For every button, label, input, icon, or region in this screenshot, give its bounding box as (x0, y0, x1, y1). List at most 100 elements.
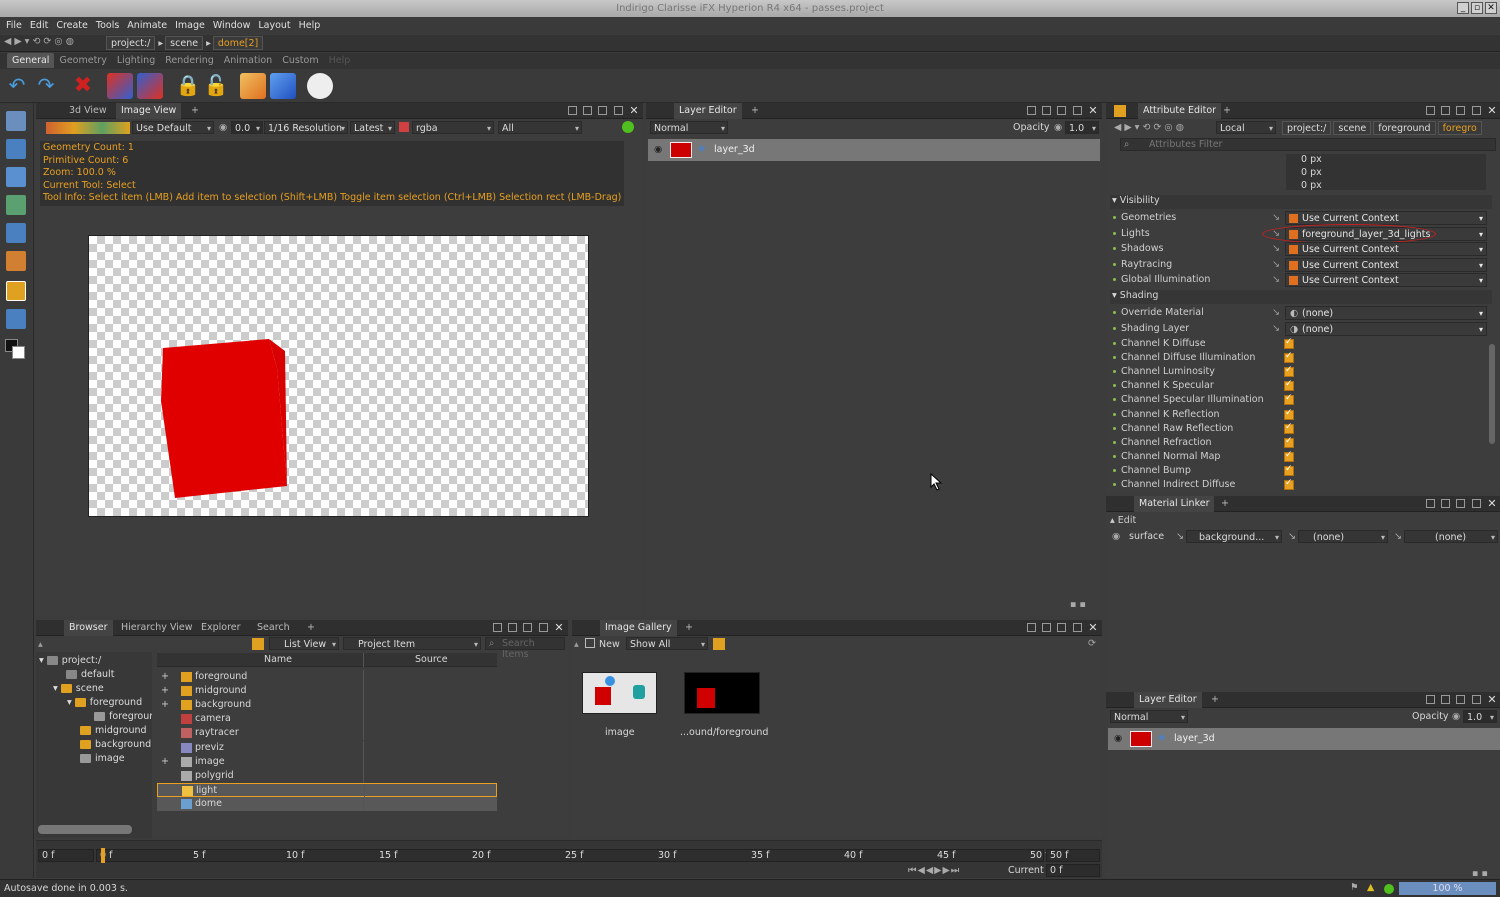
tab-help[interactable]: Help (324, 53, 356, 68)
list-item[interactable]: camera (157, 712, 497, 727)
opacity-field[interactable]: 1.0 (1463, 710, 1497, 723)
list-item[interactable]: polygrid (157, 768, 497, 783)
add-tab-icon[interactable]: + (186, 103, 204, 119)
start-frame-field[interactable]: 0 f (38, 849, 94, 862)
maximize-icon[interactable] (1472, 106, 1481, 115)
tree-item[interactable]: foregroun (94, 711, 152, 722)
path-project[interactable]: project:/ (1282, 121, 1332, 135)
thumb-foreground[interactable] (684, 672, 760, 714)
blend-mode-dropdown[interactable]: Normal (1110, 710, 1188, 723)
minimize-button[interactable]: _ (1457, 2, 1469, 14)
maximize-icon[interactable] (614, 106, 623, 115)
geometries-context-dropdown[interactable]: Use Current Context (1285, 211, 1487, 225)
thumb-image[interactable] (582, 672, 657, 714)
collapse-icon[interactable]: ▴ (574, 639, 579, 650)
close-icon[interactable]: ✕ (1486, 693, 1498, 707)
navigate-tool-icon[interactable] (6, 111, 26, 131)
channel-checkbox[interactable] (1284, 393, 1294, 406)
visibility-eye-icon[interactable]: ◉ (1112, 531, 1120, 542)
display-dropdown[interactable]: Use Default (132, 121, 214, 134)
current-frame-field[interactable]: 0 f (1046, 864, 1100, 877)
list-item[interactable]: + foreground (157, 670, 497, 684)
brush-tool-icon[interactable] (6, 309, 26, 329)
tree-item[interactable]: default (66, 669, 114, 680)
channel-checkbox[interactable] (1284, 408, 1294, 420)
link-icon[interactable]: ↘ (1394, 531, 1402, 542)
end-frame-field[interactable]: 50 f (1046, 849, 1100, 862)
layout-icon[interactable] (1456, 499, 1465, 508)
tab-3d-view[interactable]: 3d View (64, 103, 112, 119)
playhead[interactable] (101, 848, 105, 863)
tab-search[interactable]: Search (252, 620, 295, 636)
raytracing-context-dropdown[interactable]: Use Current Context (1285, 258, 1487, 272)
select-tool-icon[interactable] (6, 281, 26, 301)
layout-icon[interactable] (508, 623, 517, 632)
path-scene[interactable]: scene (1333, 121, 1372, 135)
tab-browser[interactable]: Browser (64, 620, 113, 636)
shadows-context-dropdown[interactable]: Use Current Context (1285, 242, 1487, 256)
tree-item[interactable]: ▾ scene (53, 683, 104, 694)
layout-icon[interactable] (1456, 106, 1465, 115)
edit-section-toggle[interactable]: ▴ Edit (1110, 515, 1136, 526)
tab-geometry[interactable]: Geometry (54, 53, 111, 68)
list-item[interactable]: + midground (157, 684, 497, 699)
context-icon[interactable] (240, 73, 266, 99)
layout-icon[interactable] (583, 106, 592, 115)
link-icon[interactable]: ↘ (1176, 531, 1184, 542)
render-icon[interactable] (307, 73, 333, 99)
back-icon[interactable]: ◀ ▶ ▾ ⟲ ⟳ ◎ ◍ (4, 36, 74, 47)
layout-icon[interactable] (493, 623, 502, 632)
list-item[interactable]: previz (157, 740, 497, 755)
lock-icon[interactable]: 🔒 (175, 73, 201, 99)
refresh-icon[interactable]: ⟳ (1088, 638, 1096, 649)
layout-icon[interactable] (1057, 623, 1066, 632)
bg-color-swatch[interactable] (12, 346, 25, 359)
space-dropdown[interactable]: Local (1216, 121, 1276, 134)
tree-item[interactable]: ▾ foreground (67, 697, 142, 708)
maximize-button[interactable]: ▫ (1471, 2, 1483, 14)
menu-edit[interactable]: Edit (30, 20, 48, 31)
tab-layer-editor2[interactable]: Layer Editor (1134, 692, 1202, 708)
version-dropdown[interactable]: Latest (350, 121, 395, 134)
unlock-icon[interactable]: 🔓 (203, 73, 229, 99)
layout-icon[interactable] (1027, 623, 1036, 632)
tab-explorer[interactable]: Explorer (196, 620, 246, 636)
channel-dropdown[interactable]: rgba (412, 121, 494, 134)
layout-icon[interactable] (1027, 106, 1036, 115)
pick-tool-icon[interactable] (6, 167, 26, 187)
browser-mode-icon[interactable] (252, 638, 264, 650)
channel-checkbox[interactable] (1284, 478, 1294, 490)
add-tab-icon[interactable]: + (302, 620, 320, 636)
list-item[interactable]: + background (157, 698, 497, 713)
close-icon[interactable]: ✕ (1087, 621, 1099, 635)
expand-icon[interactable]: + (161, 698, 169, 712)
nav-arrows-icon[interactable]: ◀ ▶ ▾ ⟲ ⟳ ◎ ◍ (1114, 122, 1184, 133)
visibility-section-header[interactable]: ▾ Visibility (1110, 195, 1492, 209)
link-icon[interactable]: ↘ (1272, 212, 1280, 223)
exposure-field[interactable]: 0.0 (231, 121, 263, 134)
channel-checkbox[interactable] (1284, 351, 1294, 364)
layout-icon[interactable] (1456, 695, 1465, 704)
new-icon[interactable] (585, 638, 595, 648)
path-foregro[interactable]: foregro (1437, 121, 1482, 135)
gi-context-dropdown[interactable]: Use Current Context (1285, 273, 1487, 287)
path-dome[interactable]: dome[2] (212, 36, 264, 50)
link-icon[interactable]: ↘ (1272, 259, 1280, 270)
close-icon[interactable]: ✕ (628, 104, 640, 118)
tab-material-linker[interactable]: Material Linker (1134, 496, 1215, 512)
instance-icon[interactable] (107, 73, 133, 99)
close-icon[interactable]: ✕ (553, 621, 565, 635)
render-canvas[interactable] (88, 235, 589, 517)
tab-hierarchy-view[interactable]: Hierarchy View (116, 620, 197, 636)
warning-icon[interactable]: ▲ (1367, 882, 1374, 893)
menu-window[interactable]: Window (213, 20, 250, 31)
add-tab-icon[interactable]: + (746, 103, 764, 119)
opacity-field[interactable]: 1.0 (1065, 121, 1099, 134)
close-icon[interactable]: ✕ (1486, 497, 1498, 511)
scissors-tool-icon[interactable] (6, 251, 26, 271)
link-icon[interactable]: ↘ (1272, 323, 1280, 334)
tree-item[interactable]: background (80, 739, 151, 750)
layout-icon[interactable] (1441, 106, 1450, 115)
status-light-icon[interactable] (622, 121, 634, 133)
maximize-icon[interactable] (1073, 106, 1082, 115)
